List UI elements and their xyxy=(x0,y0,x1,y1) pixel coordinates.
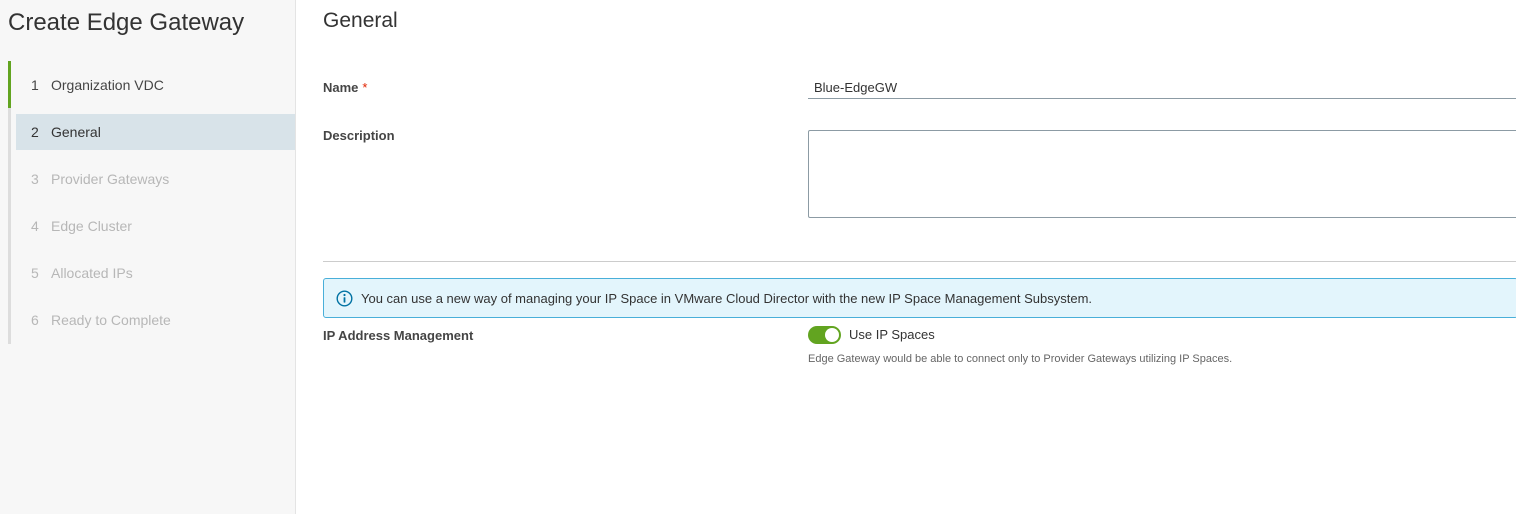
step-allocated-ips: 5 Allocated IPs xyxy=(16,255,295,291)
step-label: General xyxy=(51,124,101,140)
step-provider-gateways: 3 Provider Gateways xyxy=(16,161,295,197)
wizard-title: Create Edge Gateway xyxy=(8,9,245,36)
required-marker: * xyxy=(362,80,368,95)
step-ready-to-complete: 6 Ready to Complete xyxy=(16,302,295,338)
use-ip-spaces-toggle[interactable] xyxy=(808,326,841,344)
page-title: General xyxy=(323,9,398,32)
info-alert: You can use a new way of managing your I… xyxy=(323,278,1516,318)
step-edge-cluster: 4 Edge Cluster xyxy=(16,208,295,244)
step-number: 6 xyxy=(31,312,39,328)
name-label: Name * xyxy=(323,80,367,95)
name-label-text: Name xyxy=(323,80,359,95)
use-ip-spaces-label: Use IP Spaces xyxy=(849,327,935,342)
ip-management-label: IP Address Management xyxy=(323,328,474,343)
step-label: Organization VDC xyxy=(51,77,164,93)
info-alert-text: You can use a new way of managing your I… xyxy=(361,290,1093,306)
step-number: 3 xyxy=(31,171,39,187)
description-label: Description xyxy=(323,128,395,143)
name-input[interactable] xyxy=(808,76,1516,99)
toggle-knob xyxy=(825,328,839,342)
step-label: Edge Cluster xyxy=(51,218,132,234)
step-label: Provider Gateways xyxy=(51,171,170,187)
wizard-steps: 1 Organization VDC 2 General 3 Provider … xyxy=(8,61,298,344)
step-label: Ready to Complete xyxy=(51,312,171,328)
wizard-content: General Name* Description You can use a … xyxy=(323,0,1516,514)
info-circle-icon xyxy=(336,289,353,307)
section-divider xyxy=(323,261,1516,262)
step-number: 4 xyxy=(31,218,39,234)
step-number: 5 xyxy=(31,265,39,281)
description-textarea[interactable] xyxy=(808,130,1516,218)
ip-spaces-helper-text: Edge Gateway would be able to connect on… xyxy=(808,353,1233,365)
step-organization-vdc[interactable]: 1 Organization VDC xyxy=(16,67,295,103)
step-label: Allocated IPs xyxy=(51,265,133,281)
completed-step-indicator xyxy=(8,61,11,108)
step-general[interactable]: 2 General xyxy=(16,114,295,150)
wizard-sidebar: Create Edge Gateway 1 Organization VDC 2… xyxy=(0,0,296,514)
step-number: 1 xyxy=(31,77,39,93)
step-number: 2 xyxy=(31,124,39,140)
